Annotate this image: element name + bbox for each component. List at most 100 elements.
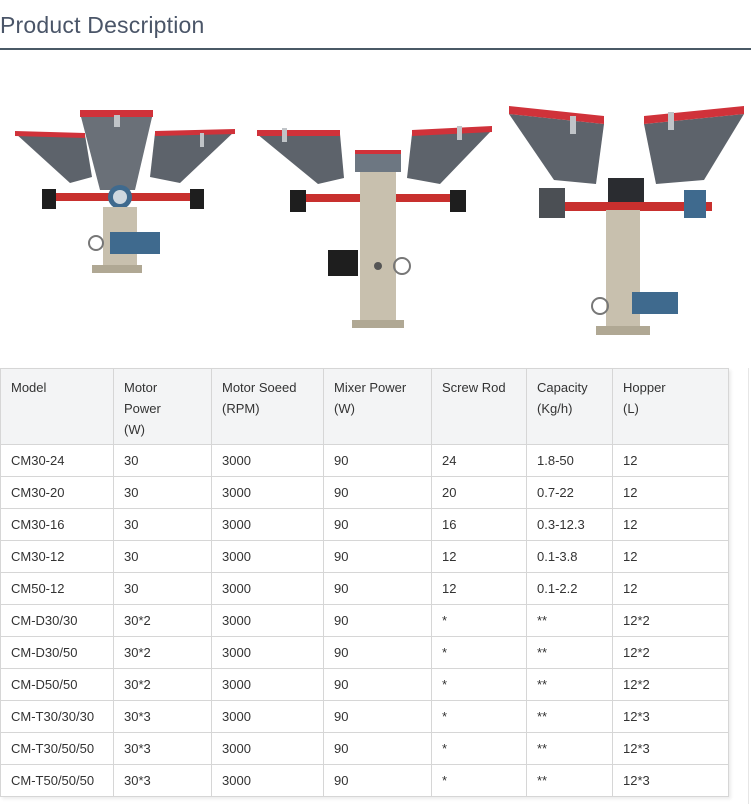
column-header-line: Mixer Power bbox=[334, 380, 407, 395]
table-cell: * bbox=[431, 700, 527, 733]
table-cell: CM-D30/50 bbox=[0, 636, 114, 669]
table-cell: 90 bbox=[323, 476, 432, 509]
table-cell: 12*3 bbox=[612, 700, 729, 733]
table-cell: 16 bbox=[431, 508, 527, 541]
table-cell: 12*2 bbox=[612, 604, 729, 637]
column-header-line: Capacity bbox=[537, 380, 588, 395]
table-cell: ** bbox=[526, 668, 613, 701]
table-cell: * bbox=[431, 636, 527, 669]
table-cell: 3000 bbox=[211, 540, 324, 573]
table-cell: 3000 bbox=[211, 572, 324, 605]
table-row: CM30-12 30 3000 90 12 0.1-3.8 12 bbox=[0, 540, 729, 573]
table-cell: 3000 bbox=[211, 444, 324, 477]
table-cell: 24 bbox=[431, 444, 527, 477]
table-cell: 90 bbox=[323, 636, 432, 669]
column-header-line: (W) bbox=[124, 422, 145, 437]
table-cell: 3000 bbox=[211, 476, 324, 509]
table-cell: * bbox=[431, 604, 527, 637]
table-cell: CM-D30/30 bbox=[0, 604, 114, 637]
table-cell: 30*2 bbox=[113, 604, 212, 637]
table-cell: 3000 bbox=[211, 700, 324, 733]
column-header: Motor Power (W) bbox=[113, 368, 212, 445]
table-cell: ** bbox=[526, 604, 613, 637]
table-cell: 0.1-3.8 bbox=[526, 540, 613, 573]
product-image-strip bbox=[0, 50, 751, 368]
table-cell: 90 bbox=[323, 572, 432, 605]
column-header-line: (W) bbox=[334, 401, 355, 416]
column-header-line: Screw Rod bbox=[442, 380, 506, 395]
table-cell: ** bbox=[526, 636, 613, 669]
page-title: Product Description bbox=[0, 12, 205, 38]
table-cell: CM30-16 bbox=[0, 508, 114, 541]
table-row: CM-T30/30/30 30*3 3000 90 * ** 12*3 bbox=[0, 700, 729, 733]
table-cell: 3000 bbox=[211, 604, 324, 637]
column-header-line: (RPM) bbox=[222, 401, 260, 416]
table-row: CM-T30/50/50 30*3 3000 90 * ** 12*3 bbox=[0, 732, 729, 765]
table-cell: 12 bbox=[612, 508, 729, 541]
table-row: CM50-12 30 3000 90 12 0.1-2.2 12 bbox=[0, 572, 729, 605]
table-cell: 3000 bbox=[211, 636, 324, 669]
table-cell: CM50-12 bbox=[0, 572, 114, 605]
table-row: CM-D30/50 30*2 3000 90 * ** 12*2 bbox=[0, 636, 729, 669]
table-cell: 90 bbox=[323, 764, 432, 797]
table-row: CM30-24 30 3000 90 24 1.8-50 12 bbox=[0, 444, 729, 477]
table-row: CM-T50/50/50 30*3 3000 90 * ** 12*3 bbox=[0, 764, 729, 797]
table-cell: 90 bbox=[323, 508, 432, 541]
dosing-mixer-two-hopper-photo bbox=[257, 126, 492, 328]
table-cell: 90 bbox=[323, 604, 432, 637]
table-cell: 0.1-2.2 bbox=[526, 572, 613, 605]
table-cell: CM-T30/30/30 bbox=[0, 700, 114, 733]
column-header-line: (Kg/h) bbox=[537, 401, 573, 416]
dosing-mixer-large-two-hopper-photo bbox=[509, 106, 744, 335]
table-cell: 12 bbox=[431, 572, 527, 605]
column-header: Screw Rod bbox=[431, 368, 527, 445]
column-header-line: Motor Soeed bbox=[222, 380, 297, 395]
table-cell: ** bbox=[526, 764, 613, 797]
table-cell: 0.7-22 bbox=[526, 476, 613, 509]
table-cell: 12*3 bbox=[612, 732, 729, 765]
table-cell: ** bbox=[526, 700, 613, 733]
table-cell: CM30-24 bbox=[0, 444, 114, 477]
table-cell: 12 bbox=[612, 444, 729, 477]
table-cell: 30*3 bbox=[113, 732, 212, 765]
table-cell: * bbox=[431, 732, 527, 765]
table-cell: CM-D50/50 bbox=[0, 668, 114, 701]
table-cell: 12 bbox=[612, 572, 729, 605]
table-cell: 30*3 bbox=[113, 700, 212, 733]
specification-table: Model Motor Power (W) Motor Soeed (RPM) Mixer … bbox=[0, 368, 729, 797]
table-cell: 30 bbox=[113, 572, 212, 605]
column-header: Hopper (L) bbox=[612, 368, 729, 445]
table-cell: 90 bbox=[323, 444, 432, 477]
table-cell: CM-T30/50/50 bbox=[0, 732, 114, 765]
dosing-mixer-three-hopper-photo bbox=[15, 110, 235, 273]
table-cell: * bbox=[431, 764, 527, 797]
table-cell: 12 bbox=[612, 540, 729, 573]
table-cell: 30 bbox=[113, 508, 212, 541]
table-cell: 12*2 bbox=[612, 636, 729, 669]
table-cell: 12*3 bbox=[612, 764, 729, 797]
table-cell: 12 bbox=[431, 540, 527, 573]
table-row: CM30-16 30 3000 90 16 0.3-12.3 12 bbox=[0, 508, 729, 541]
table-cell: 1.8-50 bbox=[526, 444, 613, 477]
column-header-line: Model bbox=[11, 380, 47, 395]
table-cell: 30*2 bbox=[113, 636, 212, 669]
table-row: CM30-20 30 3000 90 20 0.7-22 12 bbox=[0, 476, 729, 509]
table-cell: 90 bbox=[323, 668, 432, 701]
table-cell: 12 bbox=[612, 476, 729, 509]
table-cell: 30 bbox=[113, 540, 212, 573]
column-header: Motor Soeed (RPM) bbox=[211, 368, 324, 445]
column-header-line: Hopper bbox=[623, 380, 666, 395]
table-cell: 90 bbox=[323, 540, 432, 573]
table-cell: CM30-20 bbox=[0, 476, 114, 509]
column-header-line: (L) bbox=[623, 401, 639, 416]
table-cell: 20 bbox=[431, 476, 527, 509]
table-cell: ** bbox=[526, 732, 613, 765]
table-cell: 90 bbox=[323, 732, 432, 765]
table-cell: * bbox=[431, 668, 527, 701]
table-row: CM-D30/30 30*2 3000 90 * ** 12*2 bbox=[0, 604, 729, 637]
table-cell: CM30-12 bbox=[0, 540, 114, 573]
table-cell: 3000 bbox=[211, 732, 324, 765]
table-cell: 30*3 bbox=[113, 764, 212, 797]
column-header: Model bbox=[0, 368, 114, 445]
column-header: Capacity (Kg/h) bbox=[526, 368, 613, 445]
